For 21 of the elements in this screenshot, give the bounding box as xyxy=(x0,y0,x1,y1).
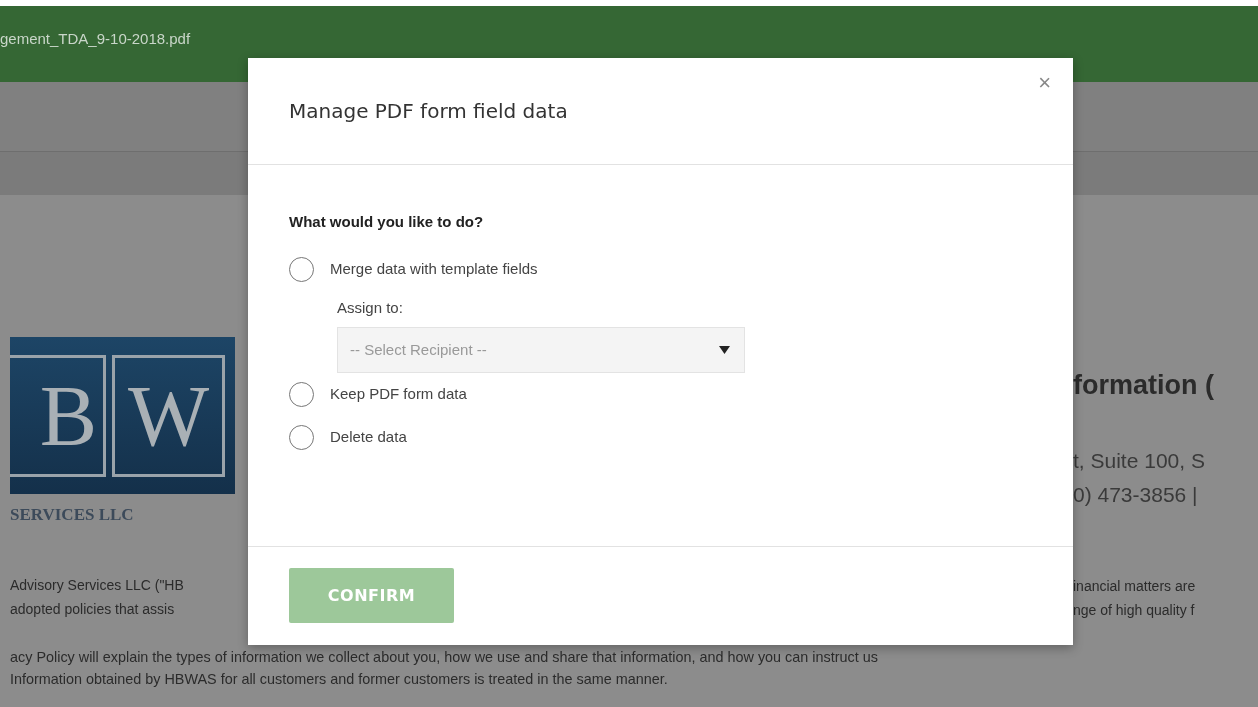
paragraph-line: nge of high quality f xyxy=(1073,601,1195,618)
address-line: t, Suite 100, S xyxy=(1073,447,1206,474)
paragraph-line: acy Policy will explain the types of information we collect about you, how we use and share that information, and how you can instruct us xyxy=(9,647,879,667)
file-name: gement_TDA_9-10-2018.pdf xyxy=(0,29,191,49)
logo-caption: SERVICES LLC xyxy=(10,504,135,526)
document-heading: formation ( xyxy=(1073,369,1215,402)
paragraph-line: Information obtained by HBWAS for all customers and former customers is treated in the same manner. xyxy=(9,669,669,689)
paragraph-line: inancial matters are xyxy=(1073,577,1196,594)
paragraph-line: Advisory Services LLC ("HB xyxy=(9,575,185,595)
question-label: What would you like to do? xyxy=(289,212,485,232)
logo-letter: W xyxy=(112,354,225,477)
option-label[interactable]: Delete data xyxy=(330,426,407,449)
modal-title: Manage PDF form field data xyxy=(289,99,568,123)
logo-letter: B xyxy=(10,354,106,477)
option-label[interactable]: Keep PDF form data xyxy=(330,383,467,406)
option-label[interactable]: Merge data with template fields xyxy=(330,257,538,281)
caret-icon xyxy=(719,346,730,354)
close-button[interactable]: × xyxy=(1034,70,1055,96)
paragraph-line: adopted policies that assis xyxy=(9,599,176,619)
address-line: 0) 473-3856 | xyxy=(1073,481,1199,508)
assign-label: Assign to: xyxy=(337,297,404,318)
